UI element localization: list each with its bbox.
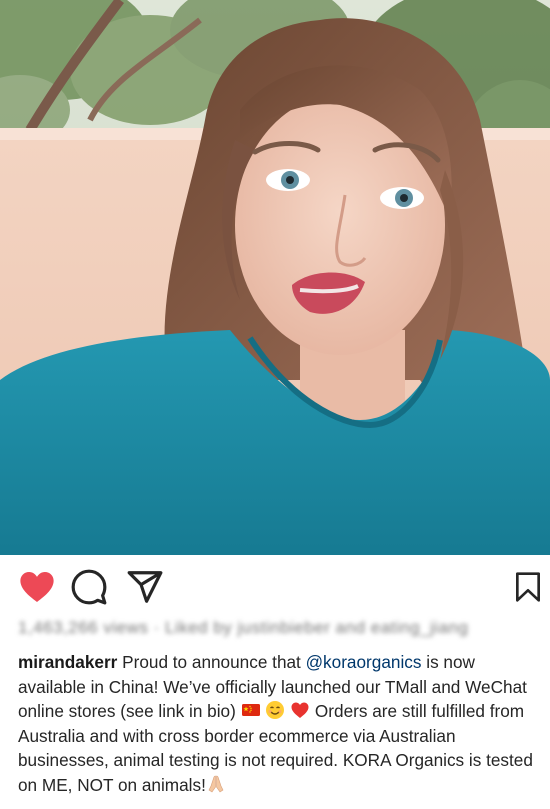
china-flag-emoji: [241, 704, 260, 717]
paper-plane-icon: [127, 571, 163, 603]
post-video-frame: [0, 0, 550, 555]
smiling-face-emoji: [266, 701, 285, 720]
share-button[interactable]: [126, 568, 164, 606]
praying-hands-emoji: [208, 775, 224, 793]
save-button[interactable]: [512, 568, 544, 606]
post-actions-bar: [0, 558, 550, 614]
caption-mention[interactable]: @koraorganics: [306, 652, 422, 672]
post-stats-blurred: 1,463,266 views · Liked by justinbieber …: [18, 618, 469, 637]
comment-icon: [71, 569, 107, 605]
comment-button[interactable]: [70, 568, 108, 606]
red-heart-emoji: [291, 702, 309, 719]
bookmark-icon: [516, 572, 540, 602]
caption-text-part1: Proud to announce that: [117, 652, 306, 672]
post-caption: mirandakerr Proud to announce that @kora…: [18, 650, 540, 798]
heart-icon: [20, 571, 54, 603]
instagram-post: 1,463,266 views · Liked by justinbieber …: [0, 0, 550, 809]
like-button[interactable]: [18, 568, 56, 606]
post-video[interactable]: [0, 0, 550, 555]
caption-username[interactable]: mirandakerr: [18, 652, 117, 672]
